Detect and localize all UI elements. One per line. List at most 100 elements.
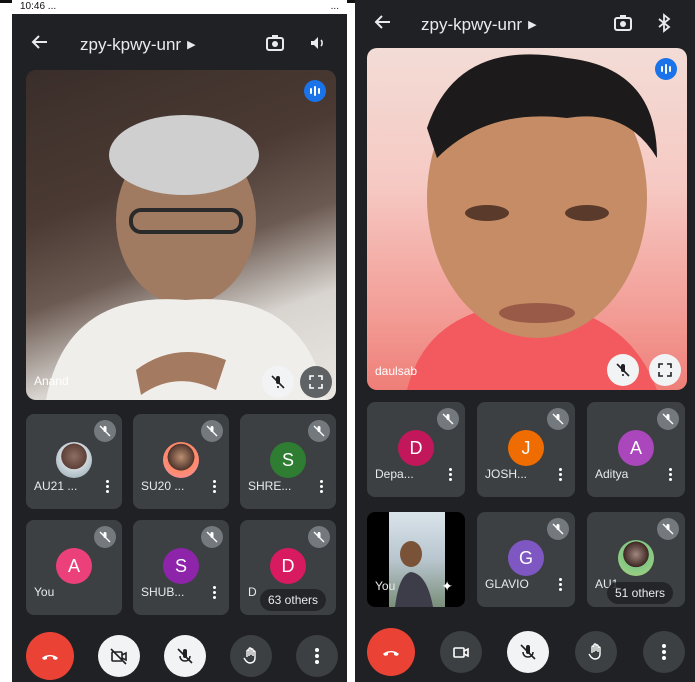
participant-name: D (248, 585, 257, 599)
more-vert-icon[interactable] (213, 584, 217, 601)
participant-tile[interactable]: SU20 ... (133, 414, 229, 509)
participant-tile[interactable]: A You (26, 520, 122, 615)
bluetooth-icon[interactable] (657, 13, 671, 38)
participant-avatar: A (56, 548, 92, 584)
participant-name: Depa... (375, 467, 414, 481)
speaking-indicator-icon (655, 58, 677, 80)
participant-tile[interactable]: G GLAVIO (477, 512, 575, 607)
participant-avatar-photo (56, 442, 92, 478)
mic-off-button[interactable] (507, 631, 549, 673)
mic-off-icon (308, 526, 330, 548)
participant-avatar: A (618, 430, 654, 466)
mic-off-icon (437, 408, 459, 430)
others-count-chip[interactable]: 63 others (260, 589, 327, 611)
mic-off-button[interactable] (164, 635, 206, 677)
more-vert-icon[interactable] (559, 576, 563, 593)
camera-icon (453, 647, 469, 658)
more-vert-icon[interactable] (449, 466, 453, 483)
switch-camera-icon[interactable] (613, 13, 633, 38)
participant-name: SHRE... (248, 479, 292, 493)
participant-name: Aditya (595, 467, 629, 481)
hand-icon (588, 643, 601, 660)
participant-name: AU21 ... (34, 479, 78, 493)
self-video-tile[interactable]: You ✦ (367, 512, 465, 607)
status-bar-right: ... (330, 1, 339, 12)
more-vert-icon[interactable] (669, 466, 673, 483)
participant-avatar: S (270, 442, 306, 478)
mute-participant-icon[interactable] (262, 366, 294, 398)
speaking-indicator-icon (304, 80, 326, 102)
meeting-code-text: zpy-kpwy-unr (421, 15, 523, 34)
self-silhouette (395, 541, 433, 607)
participant-tile[interactable]: A Aditya (587, 402, 685, 497)
more-options-button[interactable] (643, 631, 685, 673)
main-video-name: Anand (34, 374, 69, 388)
fullscreen-icon[interactable] (300, 366, 332, 398)
left-phone-screen: 10:46 ... ... zpy-kpwy-unr ▶ Anand AU21 … (12, 0, 347, 682)
camera-off-icon (110, 648, 127, 665)
meeting-header: zpy-kpwy-unr ▶ (12, 24, 347, 64)
camera-off-button[interactable] (98, 635, 140, 677)
more-vert-icon (315, 648, 319, 664)
participant-name: GLAVIO (485, 577, 529, 591)
back-arrow-icon[interactable] (30, 32, 50, 58)
back-arrow-icon[interactable] (373, 12, 393, 38)
main-video-name: daulsab (375, 364, 418, 378)
mic-off-icon (547, 408, 569, 430)
switch-camera-icon[interactable] (265, 33, 285, 58)
speaker-silhouette (407, 54, 657, 390)
participant-tile[interactable]: S SHUB... (133, 520, 229, 615)
participant-avatar-photo (163, 442, 199, 478)
meeting-header: zpy-kpwy-unr ▶ (355, 4, 695, 44)
camera-button[interactable] (440, 631, 482, 673)
participant-tile[interactable]: AU21 ... (26, 414, 122, 509)
mic-off-icon (308, 420, 330, 442)
participant-avatar: D (398, 430, 434, 466)
mic-off-icon (94, 526, 116, 548)
more-vert-icon[interactable] (559, 466, 563, 483)
mic-off-icon (201, 526, 223, 548)
participant-tile[interactable]: S SHRE... (240, 414, 336, 509)
main-video-feed[interactable]: Anand (26, 70, 336, 400)
speaker-silhouette (46, 115, 326, 400)
participant-avatar: S (163, 548, 199, 584)
participant-name: SHUB... (141, 585, 185, 599)
others-count-chip[interactable]: 51 others (607, 582, 674, 604)
chevron-right-icon: ▶ (187, 39, 196, 51)
mic-off-icon (657, 408, 679, 430)
mic-off-icon (547, 518, 569, 540)
fullscreen-icon[interactable] (649, 354, 681, 386)
participant-avatar: D (270, 548, 306, 584)
more-vert-icon[interactable] (106, 478, 110, 495)
participant-avatar: G (508, 540, 544, 576)
mute-participant-icon[interactable] (607, 354, 639, 386)
mic-off-icon (177, 648, 193, 664)
chevron-right-icon: ▶ (528, 19, 537, 31)
participant-name: SU20 ... (141, 479, 185, 493)
participant-tile[interactable]: D Depa... (367, 402, 465, 497)
end-call-button[interactable] (367, 628, 415, 676)
raise-hand-button[interactable] (230, 635, 272, 677)
hand-icon (243, 647, 256, 664)
mic-off-icon (520, 644, 536, 660)
more-vert-icon[interactable] (213, 478, 217, 495)
meeting-code[interactable]: zpy-kpwy-unr ▶ (80, 35, 196, 55)
raise-hand-button[interactable] (575, 631, 617, 673)
right-phone-screen: zpy-kpwy-unr ▶ daulsab D Depa... J JOSH.… (355, 0, 695, 682)
end-call-button[interactable] (26, 632, 74, 680)
sparkle-effects-icon[interactable]: ✦ (441, 578, 453, 595)
mic-off-icon (94, 420, 116, 442)
meeting-code[interactable]: zpy-kpwy-unr ▶ (421, 15, 537, 35)
mic-off-icon (657, 518, 679, 540)
more-options-button[interactable] (296, 635, 338, 677)
status-bar: 10:46 ... ... (12, 0, 347, 14)
meeting-code-text: zpy-kpwy-unr (80, 35, 182, 54)
mic-off-icon (201, 420, 223, 442)
status-bar-left: 10:46 ... (20, 1, 57, 12)
main-video-feed[interactable]: daulsab (367, 48, 687, 390)
participant-name: JOSH... (485, 467, 528, 481)
speaker-icon[interactable] (308, 33, 328, 58)
participant-tile[interactable]: J JOSH... (477, 402, 575, 497)
more-vert-icon[interactable] (320, 478, 324, 495)
more-vert-icon (662, 644, 666, 660)
